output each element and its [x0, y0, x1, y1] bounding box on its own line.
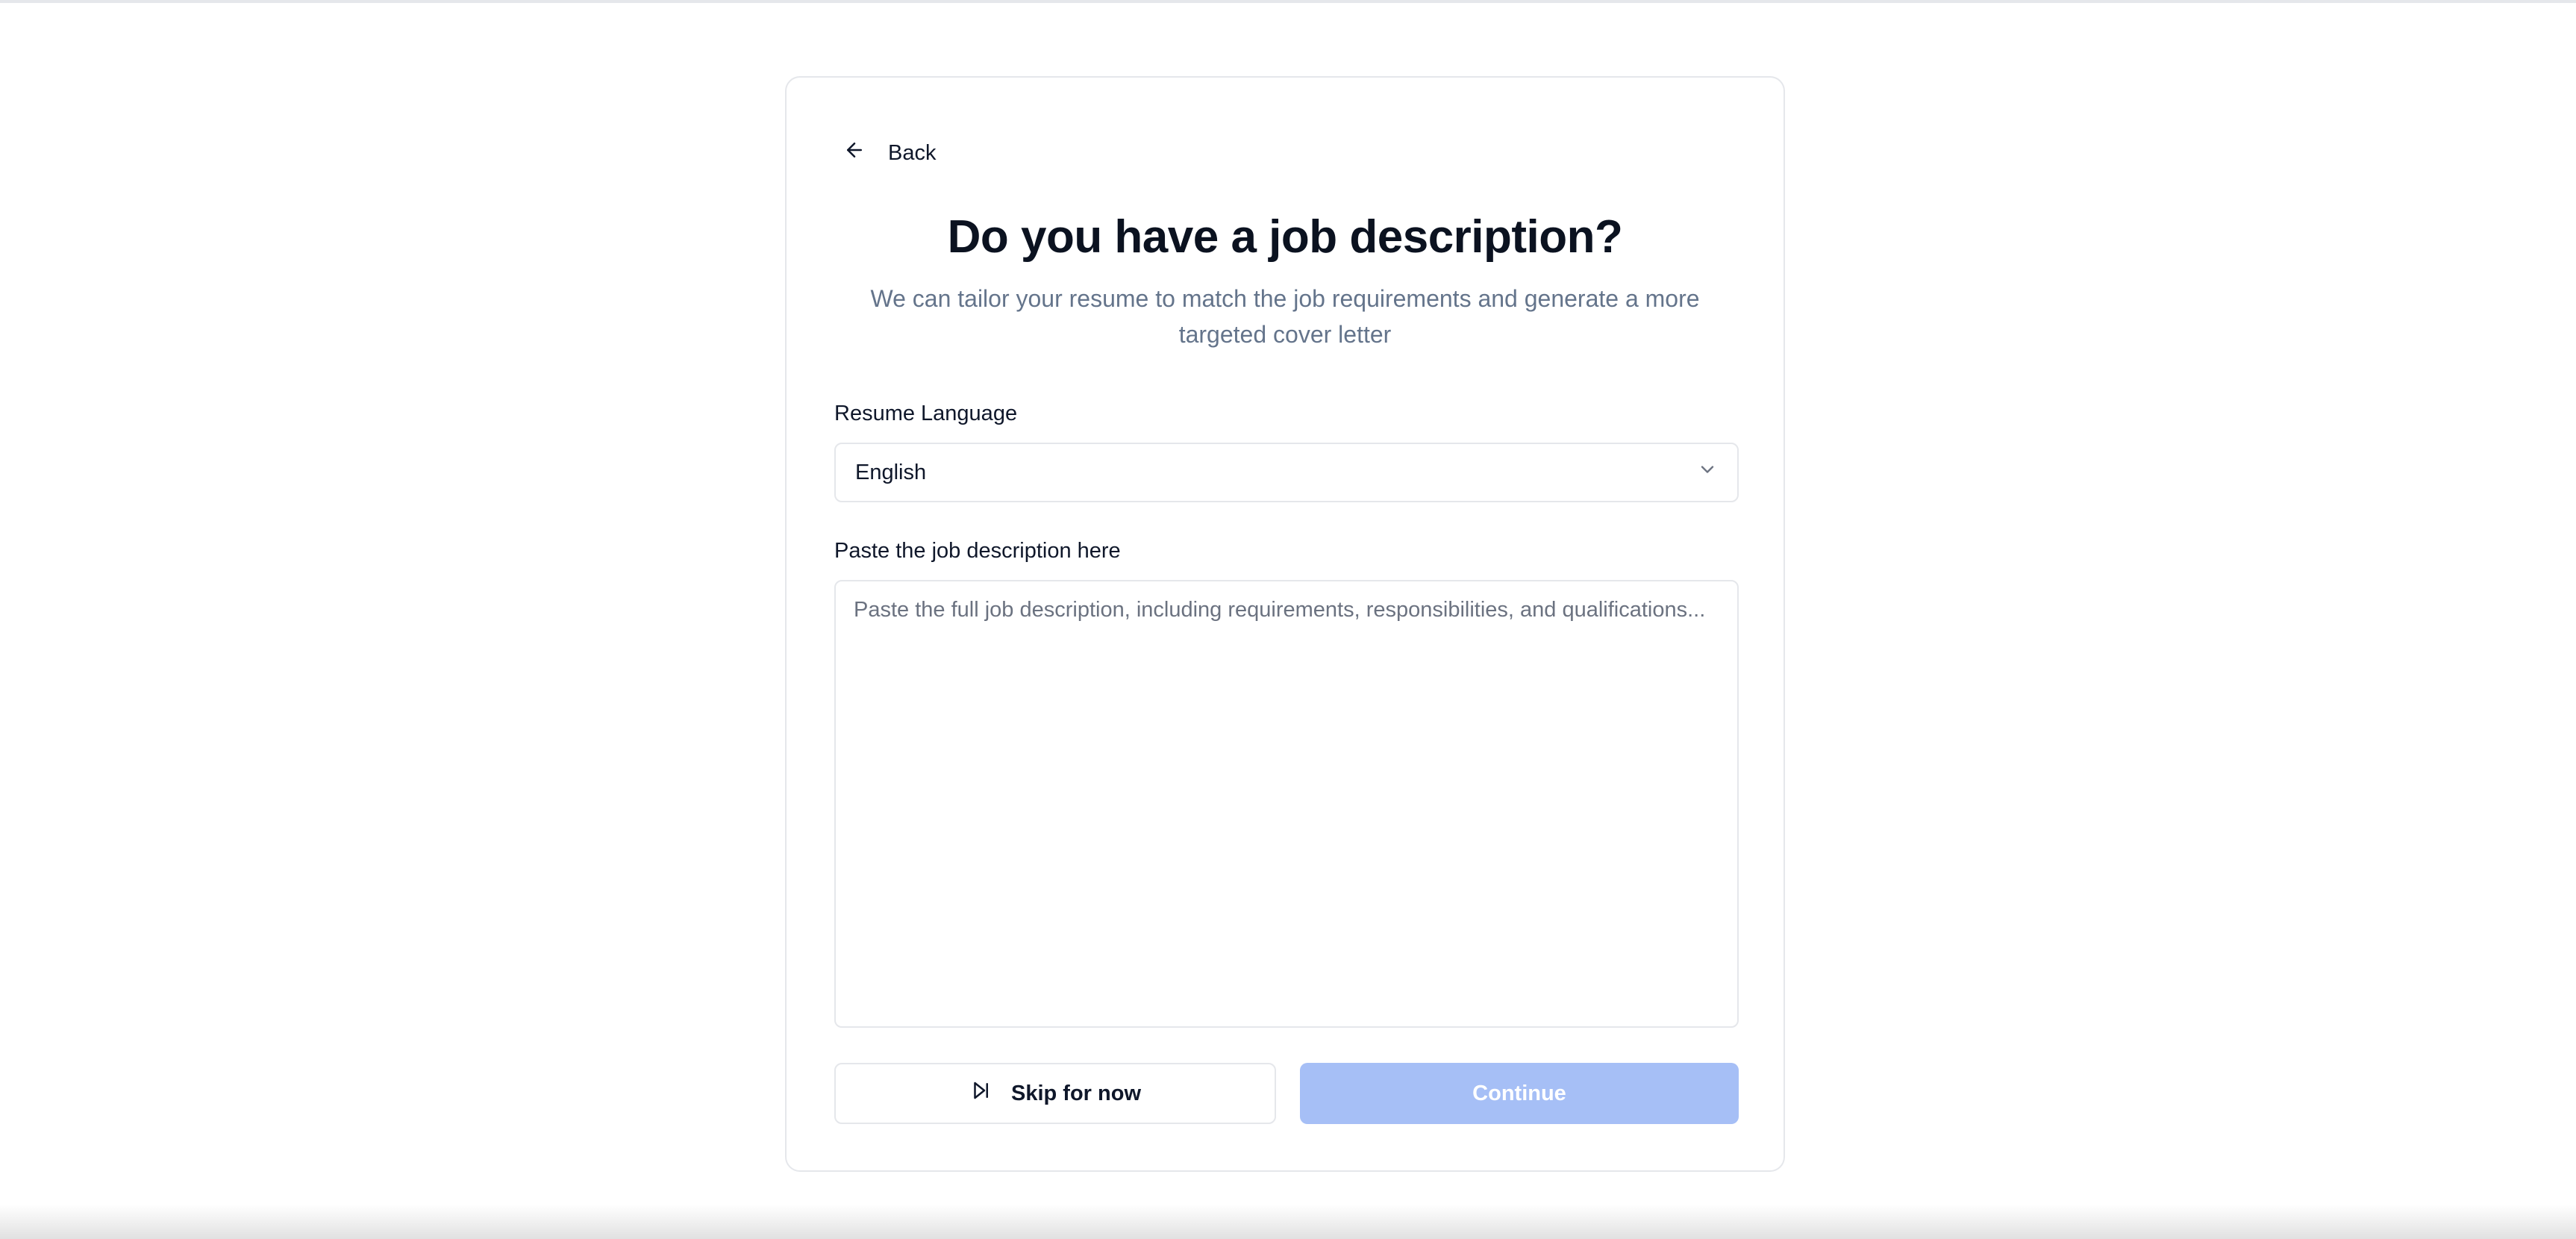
job-description-textarea[interactable] [834, 580, 1739, 1028]
skip-for-now-label: Skip for now [1011, 1081, 1141, 1105]
bottom-shadow [0, 1205, 2576, 1239]
skip-forward-icon [969, 1079, 992, 1108]
back-button[interactable]: Back [843, 134, 936, 172]
continue-button[interactable]: Continue [1300, 1063, 1739, 1124]
back-label: Back [888, 140, 937, 165]
job-description-label: Paste the job description here [834, 539, 1121, 563]
resume-language-select[interactable]: English [834, 443, 1739, 502]
resume-language-label: Resume Language [834, 402, 1018, 425]
continue-label: Continue [1472, 1081, 1566, 1105]
page-title: Do you have a job description? [947, 211, 1623, 263]
skip-for-now-button[interactable]: Skip for now [834, 1063, 1276, 1124]
resume-language-value: English [855, 460, 927, 484]
top-divider [0, 0, 2576, 3]
chevron-down-icon [1697, 459, 1718, 486]
arrow-left-icon [843, 139, 866, 167]
page-subtitle: We can tailor your resume to match the j… [870, 285, 1700, 348]
